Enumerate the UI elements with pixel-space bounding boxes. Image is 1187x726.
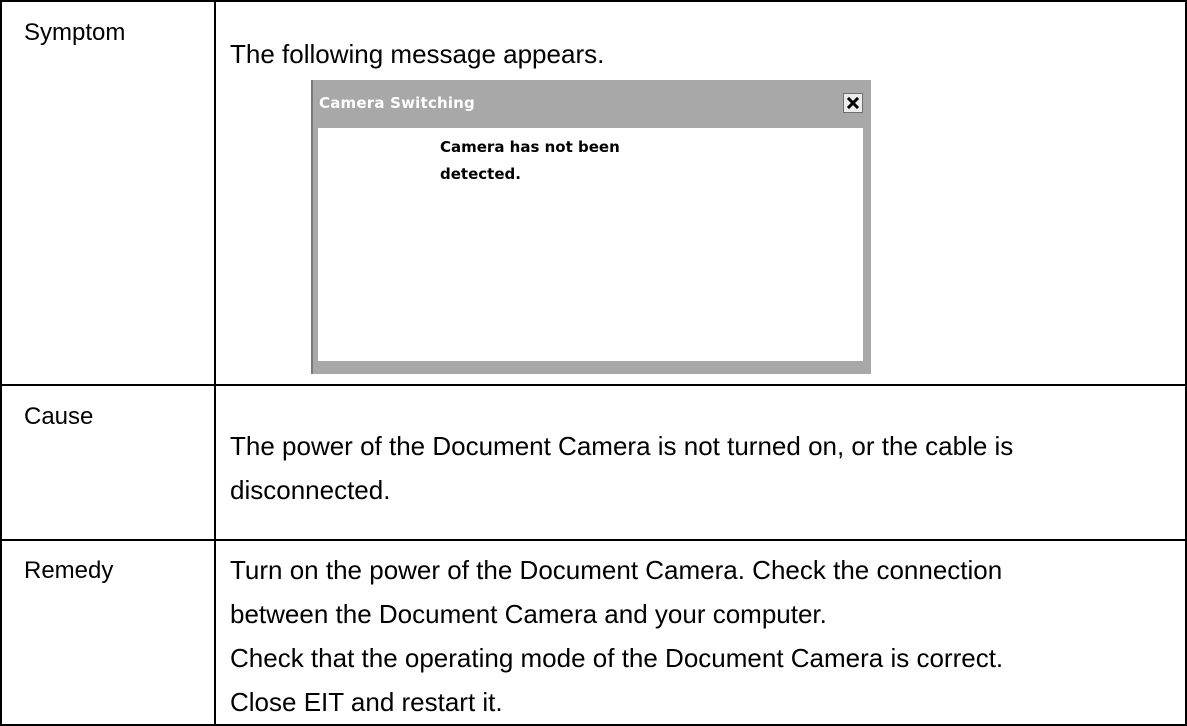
symptom-text-line: The following message appears. <box>230 39 605 69</box>
dialog-body: Camera has not been detected. <box>318 128 863 361</box>
cause-text: The power of the Document Camera is not … <box>230 424 1160 512</box>
remedy-text-line: Check that the operating mode of the Doc… <box>230 643 1004 673</box>
dialog-message-line: Camera has not been <box>440 138 620 156</box>
dialog-titlebar: Camera Switching <box>311 80 871 128</box>
cause-label: Cause <box>24 403 94 430</box>
remedy-label: Remedy <box>24 557 114 584</box>
cause-text-line: disconnected. <box>230 475 391 505</box>
remedy-text-line: Turn on the power of the Document Camera… <box>230 555 1003 585</box>
table-border-top <box>0 0 1187 2</box>
cause-text-line: The power of the Document Camera is not … <box>230 431 1014 461</box>
dialog-message-line: detected. <box>440 165 521 183</box>
dialog-message: Camera has not been detected. <box>440 134 700 188</box>
row-divider-symptom-cause <box>0 384 1187 386</box>
troubleshooting-table: Symptom The following message appears. C… <box>0 0 1187 726</box>
column-divider <box>214 0 216 726</box>
close-x-icon[interactable] <box>843 93 863 113</box>
row-divider-cause-remedy <box>0 539 1187 541</box>
close-x-glyph <box>846 96 860 110</box>
symptom-label: Symptom <box>24 19 126 46</box>
dialog-title: Camera Switching <box>319 94 475 112</box>
camera-switching-dialog: Camera Switching Camera has not been det… <box>311 80 871 374</box>
table-border-left <box>0 0 2 726</box>
remedy-text-line: Close EIT and restart it. <box>230 687 503 717</box>
remedy-text: Turn on the power of the Document Camera… <box>230 548 1160 724</box>
symptom-text: The following message appears. <box>230 32 1160 76</box>
remedy-text-line: between the Document Camera and your com… <box>230 599 827 629</box>
